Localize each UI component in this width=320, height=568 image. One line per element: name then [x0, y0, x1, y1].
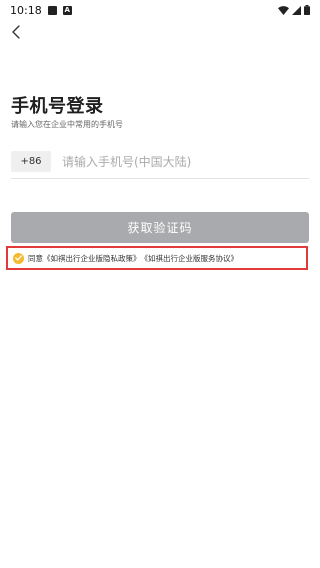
battery-icon [304, 5, 310, 15]
signal-icon [292, 5, 301, 15]
status-time: 10:18 [10, 3, 42, 17]
page-subtitle: 请输入您在企业中常用的手机号 [11, 120, 123, 129]
status-bar: 10:18 A [0, 0, 320, 20]
phone-number-input[interactable] [62, 151, 292, 172]
country-code-selector[interactable]: +86 [11, 151, 51, 172]
back-button[interactable] [6, 22, 26, 42]
back-arrow-icon [12, 25, 20, 39]
privacy-policy-link[interactable]: 《如祺出行企业版隐私政策》 [43, 253, 141, 264]
service-agreement-link[interactable]: 《如祺出行企业版服务协议》 [141, 253, 239, 264]
get-verification-code-button[interactable]: 获取验证码 [11, 212, 309, 243]
status-left: 10:18 A [10, 4, 72, 17]
agreement-row: 同意 《如祺出行企业版隐私政策》 《如祺出行企业版服务协议》 [6, 246, 308, 270]
status-right [278, 5, 310, 15]
a-notification-icon: A [62, 5, 72, 15]
phone-input-row: +86 [11, 151, 309, 179]
wifi-icon [278, 5, 289, 15]
checkbox-checked-icon[interactable] [13, 252, 24, 264]
agreement-prefix: 同意 [28, 253, 43, 263]
image-notification-icon [47, 5, 57, 15]
page-title: 手机号登录 [11, 96, 104, 117]
